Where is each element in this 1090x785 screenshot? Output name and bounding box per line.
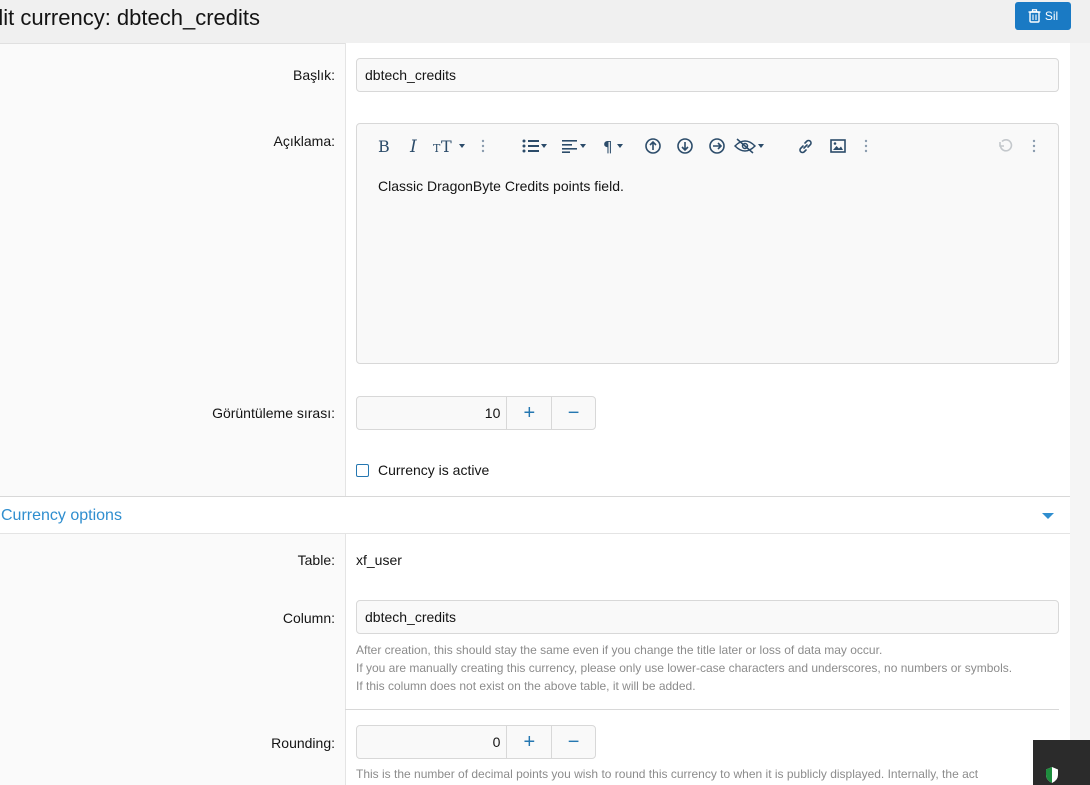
column-input[interactable]: dbtech_credits	[356, 600, 1059, 634]
page-header: dit currency: dbtech_credits Sil	[0, 0, 1090, 43]
caret-icon	[541, 144, 547, 148]
rounding-stepper[interactable]: 0 + −	[356, 725, 596, 759]
currency-options-header[interactable]: Currency options	[0, 496, 1070, 534]
text-size-icon[interactable]: TT	[433, 136, 465, 156]
rounding-label: Rounding:	[271, 735, 335, 751]
insert-after-icon[interactable]	[709, 136, 725, 156]
column-hint: If this column does not exist on the abo…	[356, 679, 696, 693]
undo-icon[interactable]	[997, 136, 1013, 156]
caret-icon	[459, 144, 465, 148]
editor-content[interactable]: Classic DragonByte Credits points field.	[378, 178, 624, 194]
delete-button[interactable]: Sil	[1015, 2, 1071, 30]
svg-text:I: I	[409, 138, 417, 154]
increment-button[interactable]: +	[507, 726, 551, 758]
svg-text:T: T	[441, 138, 452, 154]
image-icon[interactable]	[830, 136, 846, 156]
section-title: Currency options	[1, 507, 122, 524]
description-editor[interactable]: B I TT ¶ Classic DragonByte Credits poin…	[356, 123, 1059, 364]
caret-icon	[617, 144, 623, 148]
display-order-label: Görüntüleme sırası:	[212, 405, 335, 421]
delete-button-label: Sil	[1044, 9, 1059, 23]
insert-below-icon[interactable]	[677, 136, 693, 156]
decrement-button[interactable]: −	[551, 397, 595, 429]
more-vertical-icon[interactable]	[864, 136, 868, 156]
link-icon[interactable]	[797, 136, 814, 156]
table-value: xf_user	[356, 552, 402, 568]
shield-icon[interactable]	[1044, 766, 1060, 785]
chevron-down-icon[interactable]	[1042, 513, 1054, 519]
editor-toolbar: B I TT ¶	[357, 124, 1058, 168]
title-input[interactable]: dbtech_credits	[356, 58, 1059, 92]
title-label: Başlık:	[292, 67, 335, 83]
bold-icon[interactable]: B	[377, 136, 391, 156]
more-vertical-icon[interactable]	[481, 136, 485, 156]
caret-icon	[580, 144, 586, 148]
insert-above-icon[interactable]	[645, 136, 661, 156]
align-icon[interactable]	[562, 136, 586, 156]
column-label: Column:	[282, 610, 335, 626]
decrement-button[interactable]: −	[551, 726, 595, 758]
trash-icon	[1028, 9, 1041, 23]
caret-icon	[758, 144, 764, 148]
active-checkbox-row[interactable]: Currency is active	[356, 462, 489, 478]
rounding-hint: This is the number of decimal points you…	[356, 767, 979, 781]
column-hint: After creation, this should stay the sam…	[356, 643, 883, 657]
table-label: Table:	[297, 552, 335, 568]
svg-text:T: T	[433, 142, 441, 154]
more-vertical-icon[interactable]	[1032, 136, 1036, 156]
svg-text:¶: ¶	[603, 138, 613, 154]
italic-icon[interactable]: I	[409, 136, 421, 156]
list-icon[interactable]	[522, 136, 547, 156]
system-tray	[1033, 740, 1090, 785]
display-order-stepper[interactable]: 10 + −	[356, 396, 596, 430]
display-order-value[interactable]: 10	[357, 397, 508, 429]
svg-text:B: B	[378, 138, 390, 154]
paragraph-icon[interactable]: ¶	[603, 136, 623, 156]
column-hint: If you are manually creating this curren…	[356, 661, 1013, 675]
page-title: dit currency: dbtech_credits	[0, 5, 261, 30]
increment-button[interactable]: +	[507, 397, 551, 429]
hide-icon[interactable]	[734, 136, 764, 156]
description-label: Açıklama:	[273, 133, 335, 149]
active-checkbox-label: Currency is active	[378, 462, 490, 478]
active-checkbox[interactable]	[356, 463, 369, 477]
divider	[345, 709, 1059, 710]
rounding-value[interactable]: 0	[357, 726, 508, 758]
